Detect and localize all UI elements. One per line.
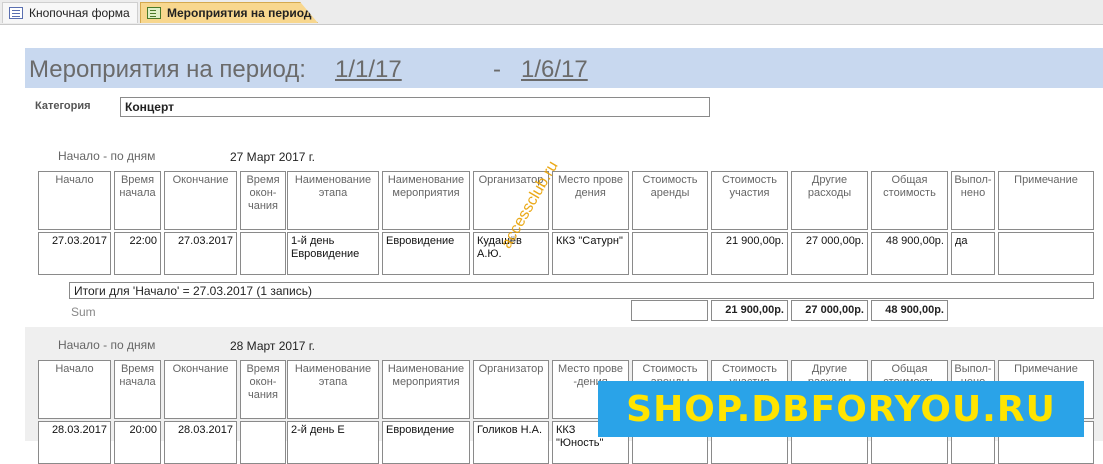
tab-label: Кнопочная форма [29, 6, 130, 20]
table-cell-end-time [240, 421, 286, 464]
column-header-start-date: Начало [38, 171, 111, 230]
group-label: Начало - по дням [58, 149, 156, 163]
table-cell-start-date: 27.03.2017 [38, 232, 111, 275]
table-cell-start-date: 28.03.2017 [38, 421, 111, 464]
column-header-end-time: Время окон- чания [240, 171, 286, 230]
table-cell-organizer: Голиков Н.А. [473, 421, 549, 464]
category-field[interactable]: Концерт [120, 97, 710, 117]
table-cell-stage-name: 2-й день Е [287, 421, 379, 464]
date-to: 1/6/17 [521, 56, 588, 83]
sum-total: 48 900,00р. [871, 300, 948, 321]
column-header-done: Выпол- нено [951, 171, 995, 230]
group-label: Начало - по дням [58, 338, 156, 352]
column-header-rent-cost: Стоимость аренды [632, 171, 708, 230]
date-from: 1/1/17 [335, 56, 402, 83]
table-cell-stage-name: 1-й день Евровидение [287, 232, 379, 275]
table-cell-end-date: 27.03.2017 [164, 232, 237, 275]
sum-label: Sum [71, 305, 96, 319]
column-header-stage-name: Наименование этапа [287, 171, 379, 230]
column-header-start-time: Время начала [114, 360, 161, 419]
column-header-end-date: Окончание [164, 171, 237, 230]
sum-other: 27 000,00р. [791, 300, 868, 321]
column-header-event-name: Наименование мероприятия [382, 171, 470, 230]
report-icon [147, 7, 161, 19]
tab-switchboard-form[interactable]: Кнопочная форма [2, 2, 138, 23]
column-header-total-cost: Общая стоимость [871, 171, 948, 230]
column-header-participation-cost: Стоимость участия [711, 171, 788, 230]
shop-banner: SHOP.DBFORYOU.RU [598, 381, 1084, 437]
column-header-other-costs: Другие расходы [791, 171, 868, 230]
table-cell-other-costs: 27 000,00р. [791, 232, 868, 275]
tab-events-report[interactable]: Мероприятия на период [140, 2, 318, 23]
category-label: Категория [35, 100, 91, 112]
group-date: 27 Март 2017 г. [230, 150, 316, 164]
form-icon [9, 7, 23, 19]
column-header-event-name: Наименование мероприятия [382, 360, 470, 419]
column-header-organizer: Организатор [473, 360, 549, 419]
document-tab-bar: Кнопочная форма Мероприятия на период [0, 0, 1103, 25]
table-cell-venue: ККЗ "Сатурн" [552, 232, 629, 275]
table-cell-note [998, 232, 1094, 275]
sum-rent [631, 300, 708, 321]
table-cell-total-cost: 48 900,00р. [871, 232, 948, 275]
sum-participation: 21 900,00р. [711, 300, 788, 321]
group-totals-text: Итоги для 'Начало' = 27.03.2017 (1 запис… [69, 282, 1094, 299]
column-header-start-date: Начало [38, 360, 111, 419]
table-cell-end-date: 28.03.2017 [164, 421, 237, 464]
column-header-start-time: Время начала [114, 171, 161, 230]
column-header-note: Примечание [998, 171, 1094, 230]
report-title: Мероприятия на период: [29, 56, 306, 83]
date-dash: - [493, 56, 501, 83]
group-date: 28 Март 2017 г. [230, 339, 316, 353]
table-cell-start-time: 22:00 [114, 232, 161, 275]
column-header-stage-name: Наименование этапа [287, 360, 379, 419]
table-cell-end-time [240, 232, 286, 275]
table-cell-done: да [951, 232, 995, 275]
table-cell-event-name: Евровидение [382, 421, 470, 464]
column-header-end-time: Время окон- чания [240, 360, 286, 419]
report-title-band: Мероприятия на период: 1/1/17 - 1/6/17 [25, 48, 1103, 88]
table-cell-start-time: 20:00 [114, 421, 161, 464]
column-header-end-date: Окончание [164, 360, 237, 419]
table-cell-rent-cost [632, 232, 708, 275]
column-header-venue: Место прове дения [552, 171, 629, 230]
table-cell-participation-cost: 21 900,00р. [711, 232, 788, 275]
table-cell-event-name: Евровидение [382, 232, 470, 275]
tab-label: Мероприятия на период [167, 6, 312, 20]
